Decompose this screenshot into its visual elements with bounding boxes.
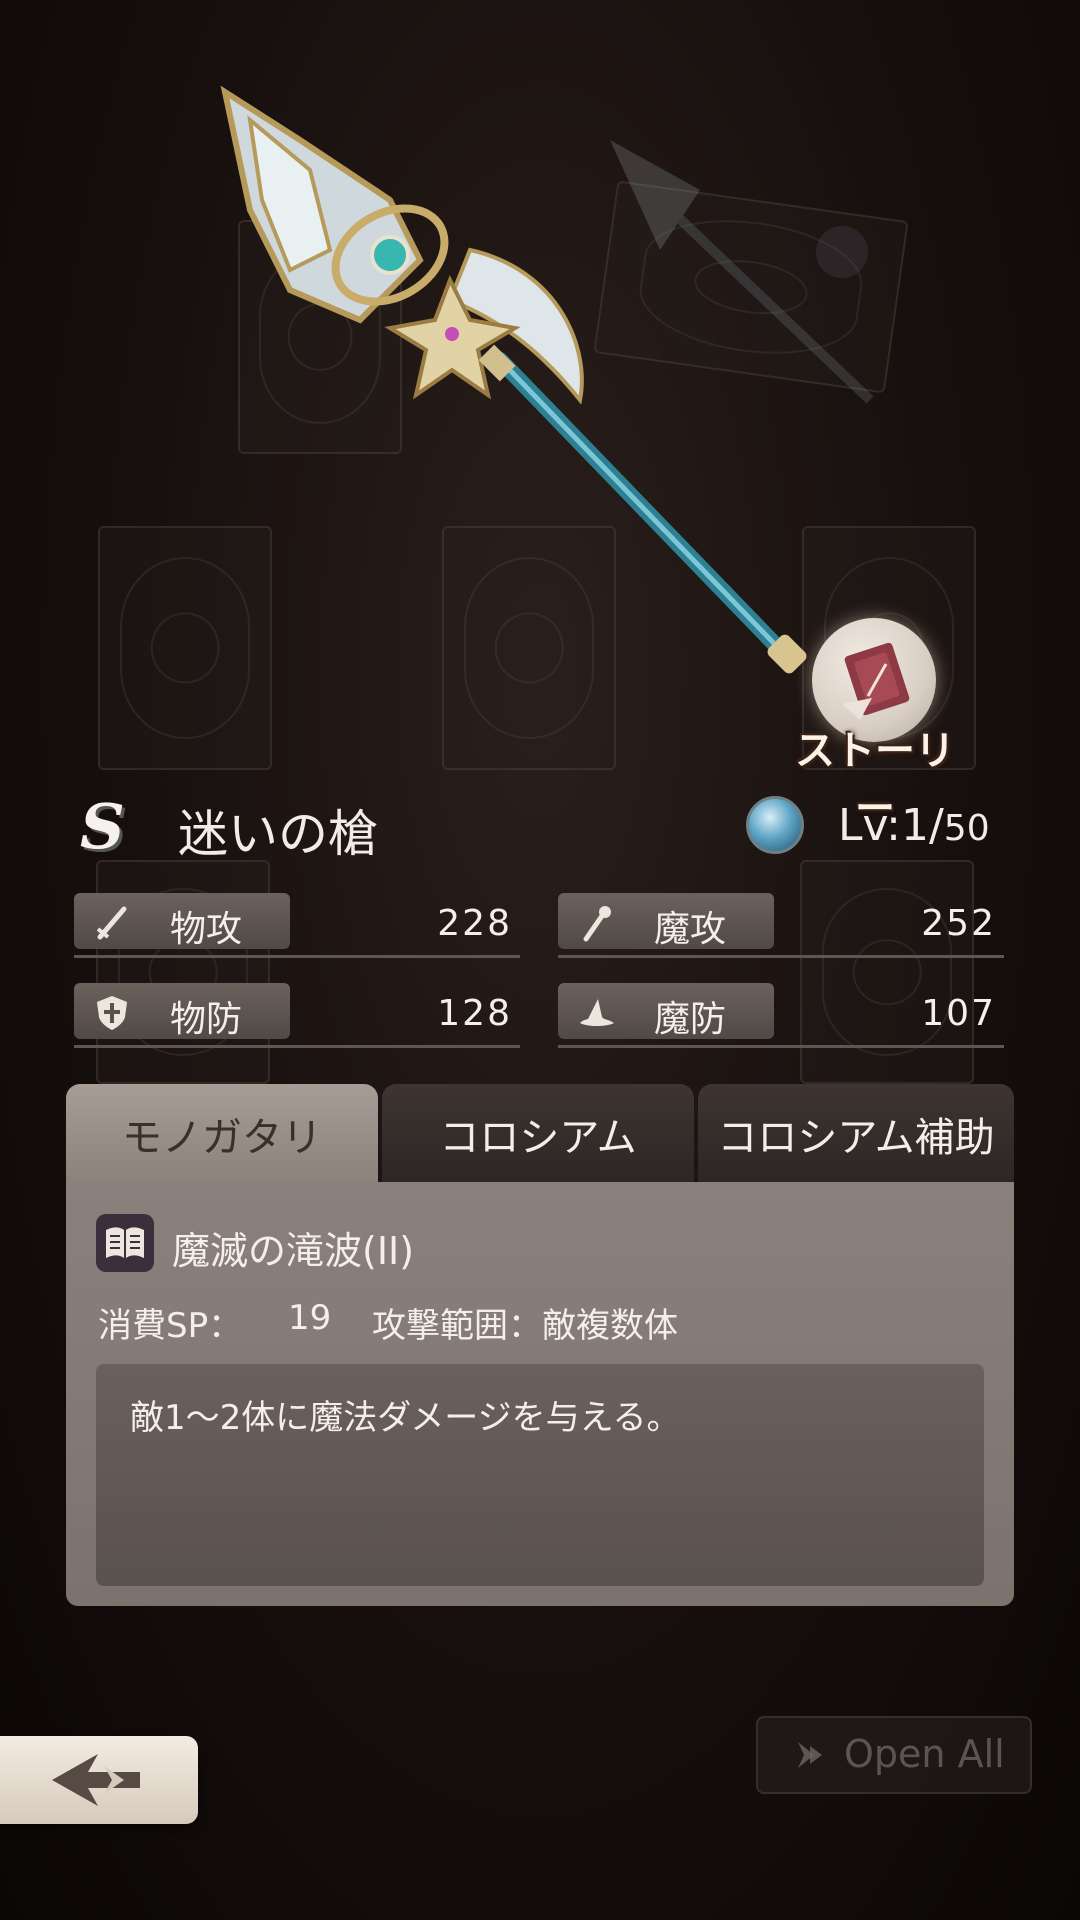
open-all-button[interactable]: Open All bbox=[756, 1716, 1032, 1794]
stat-chip: 物防 bbox=[74, 983, 290, 1040]
tab-colosseum[interactable]: コロシアム bbox=[382, 1084, 694, 1182]
stat-value: 128 bbox=[437, 993, 512, 1034]
chevron-right-icon bbox=[798, 1742, 822, 1768]
stat-mag-atk: 魔攻 252 bbox=[558, 893, 1004, 958]
divider bbox=[74, 955, 520, 958]
book-icon bbox=[96, 1214, 154, 1272]
divider bbox=[558, 955, 1004, 958]
level-display: Lv:1/50 bbox=[838, 800, 990, 851]
divider bbox=[74, 1045, 520, 1048]
level-current: Lv:1/ bbox=[838, 800, 944, 851]
divider bbox=[558, 1045, 1004, 1048]
witch-hat-icon bbox=[580, 999, 614, 1026]
tab-bar: モノガタリ コロシアム コロシアム補助 bbox=[66, 1084, 1014, 1182]
stat-value: 252 bbox=[921, 903, 996, 944]
stat-value: 228 bbox=[437, 903, 512, 944]
sp-label: 消費SP： bbox=[98, 1306, 243, 1346]
rank-badge: S bbox=[80, 790, 125, 863]
stat-mag-def: 魔防 107 bbox=[558, 983, 1004, 1048]
stat-label: 魔防 bbox=[654, 999, 727, 1040]
skill-panel: 魔滅の滝波(II) 消費SP： 19 攻撃範囲：敵複数体 敵1〜2体に魔法ダメー… bbox=[66, 1182, 1014, 1606]
stat-value: 107 bbox=[921, 993, 996, 1034]
sword-icon bbox=[96, 906, 127, 940]
water-element-icon bbox=[746, 796, 804, 854]
stat-label: 魔攻 bbox=[654, 909, 727, 950]
stat-chip: 物攻 bbox=[74, 893, 290, 950]
shield-icon bbox=[97, 996, 127, 1030]
stat-phys-def: 物防 128 bbox=[74, 983, 520, 1048]
open-all-label: Open All bbox=[844, 1732, 1005, 1776]
stat-phys-atk: 物攻 228 bbox=[74, 893, 520, 958]
wand-icon bbox=[583, 906, 611, 942]
skill-description: 敵1〜2体に魔法ダメージを与える。 bbox=[130, 1398, 681, 1438]
attack-range: 攻撃範囲：敵複数体 bbox=[372, 1306, 678, 1346]
sp-value: 19 bbox=[288, 1298, 332, 1338]
story-button[interactable]: ストーリー bbox=[790, 618, 960, 832]
back-button[interactable] bbox=[0, 1736, 198, 1824]
level-max: 50 bbox=[943, 808, 990, 849]
skill-description-box: 敵1〜2体に魔法ダメージを与える。 bbox=[96, 1364, 984, 1586]
skill-name: 魔滅の滝波(II) bbox=[172, 1229, 415, 1273]
stat-label: 物防 bbox=[170, 999, 243, 1040]
weapon-name: 迷いの槍 bbox=[178, 805, 378, 863]
tab-monogatari[interactable]: モノガタリ bbox=[66, 1084, 378, 1182]
stat-chip: 魔防 bbox=[558, 983, 774, 1040]
back-arrow-icon bbox=[52, 1754, 140, 1806]
tab-colosseum-support[interactable]: コロシアム補助 bbox=[698, 1084, 1014, 1182]
stat-label: 物攻 bbox=[170, 909, 243, 950]
stat-chip: 魔攻 bbox=[558, 893, 774, 950]
